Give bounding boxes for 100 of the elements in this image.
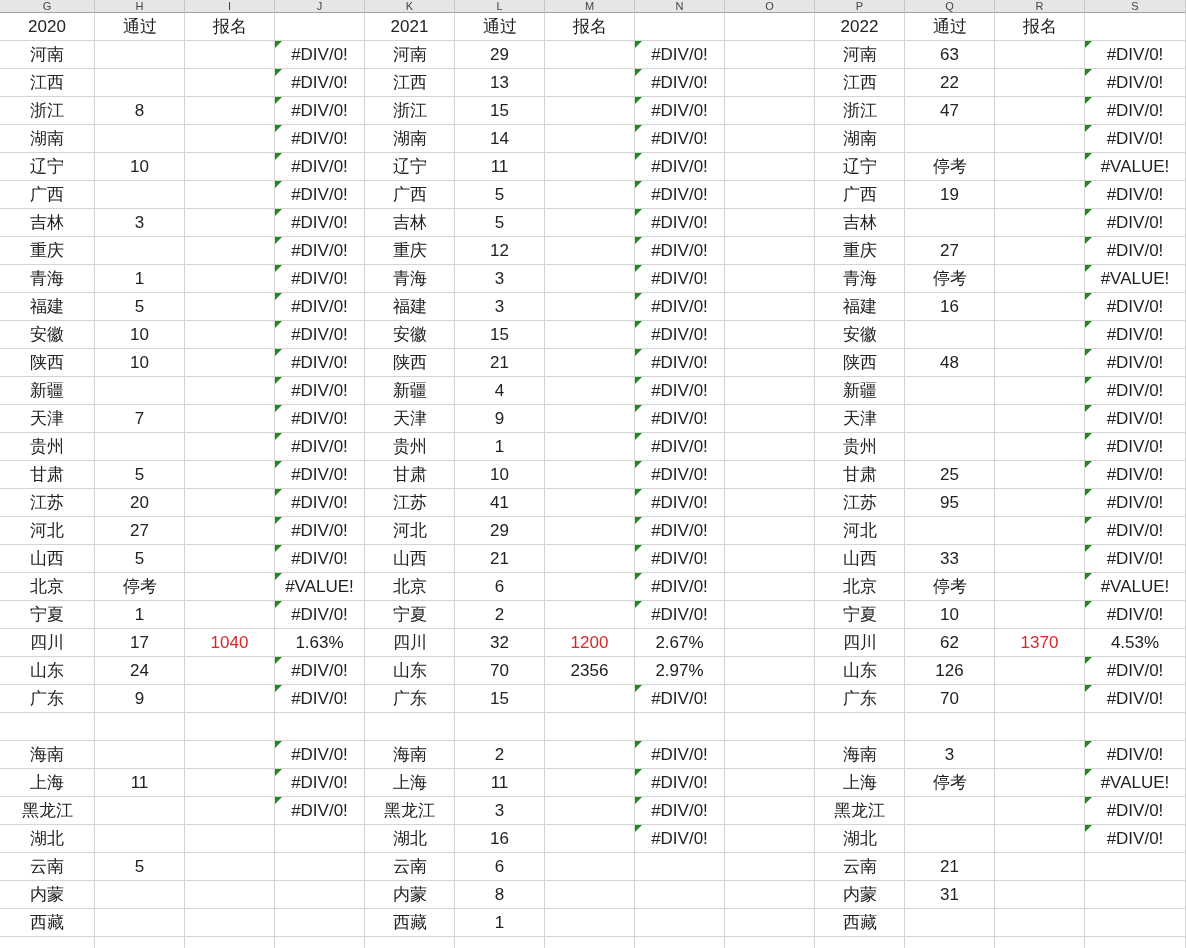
table-cell: #DIV/0! xyxy=(1106,464,1164,485)
table-cell: #DIV/0! xyxy=(651,436,708,457)
table-cell: 10 xyxy=(940,604,959,625)
table-cell-text: 上海 xyxy=(392,772,427,794)
table-cell-text: 黑龙江 xyxy=(21,800,73,822)
table-cell-text: 新疆 xyxy=(392,380,427,402)
column-letter[interactable]: K xyxy=(365,0,455,13)
table-cell: #DIV/0! xyxy=(651,240,708,261)
table-cell-text: 河南 xyxy=(30,44,64,66)
column-letter[interactable]: G xyxy=(0,0,95,13)
table-cell: 1.63% xyxy=(295,632,344,653)
table-cell-text: 海南 xyxy=(30,744,64,766)
column-header: 通过 xyxy=(122,16,157,38)
table-cell-text: 宁夏 xyxy=(30,604,64,626)
table-cell-text: 内蒙 xyxy=(30,884,64,906)
table-cell: #DIV/0! xyxy=(291,772,348,793)
table-cell: 11 xyxy=(490,156,509,177)
table-cell: #VALUE! xyxy=(1100,156,1170,177)
table-cell-text: 河北 xyxy=(30,520,64,542)
table-cell-text: 停考 xyxy=(122,576,157,598)
table-cell: 31 xyxy=(940,884,959,905)
table-cell: 21 xyxy=(490,548,509,569)
table-cell: 70 xyxy=(490,660,509,681)
table-cell-text: 江苏 xyxy=(392,492,427,514)
table-cell-text: 重庆 xyxy=(842,240,877,262)
table-cell: 19 xyxy=(940,184,959,205)
table-cell-text: 青海 xyxy=(842,268,877,290)
table-cell-text: 北京 xyxy=(392,576,427,598)
table-cell: #DIV/0! xyxy=(651,604,708,625)
column-letter[interactable]: L xyxy=(455,0,545,13)
table-cell: 7 xyxy=(134,408,145,429)
table-cell: #DIV/0! xyxy=(291,464,348,485)
table-cell: #DIV/0! xyxy=(651,828,708,849)
table-cell: #DIV/0! xyxy=(291,744,348,765)
table-cell: #DIV/0! xyxy=(651,352,708,373)
table-cell: #DIV/0! xyxy=(291,408,348,429)
table-cell-text: 辽宁 xyxy=(30,156,64,178)
column-letter[interactable]: I xyxy=(185,0,275,13)
year-cell: 2020 xyxy=(28,16,66,37)
table-cell: #DIV/0! xyxy=(651,128,708,149)
table-cell: 20 xyxy=(130,492,149,513)
table-cell: #DIV/0! xyxy=(651,464,708,485)
table-cell: #DIV/0! xyxy=(651,576,708,597)
table-cell-text: 新疆 xyxy=(30,380,64,402)
table-cell-text: 上海 xyxy=(30,772,64,794)
table-cell-text: 广东 xyxy=(392,688,427,710)
table-cell: 5 xyxy=(134,856,145,877)
table-cell: 3 xyxy=(494,268,505,289)
table-cell: 17 xyxy=(130,632,149,653)
table-cell-text: 贵州 xyxy=(30,436,64,458)
table-cell: #DIV/0! xyxy=(291,184,348,205)
table-cell: 11 xyxy=(490,772,509,793)
table-cell: #DIV/0! xyxy=(651,548,708,569)
table-cell: #DIV/0! xyxy=(291,492,348,513)
table-cell-text: 停考 xyxy=(932,156,967,178)
column-letter[interactable]: M xyxy=(545,0,635,13)
table-cell: #VALUE! xyxy=(1100,576,1170,597)
table-cell-text: 新疆 xyxy=(842,380,877,402)
table-cell: #VALUE! xyxy=(285,576,354,597)
column-letter[interactable]: P xyxy=(815,0,905,13)
table-cell-text: 上海 xyxy=(842,772,877,794)
column-letter[interactable]: S xyxy=(1085,0,1186,13)
table-cell: #DIV/0! xyxy=(1106,72,1164,93)
table-cell: #DIV/0! xyxy=(291,296,348,317)
table-cell-text: 甘肃 xyxy=(392,464,427,486)
year-cell: 2021 xyxy=(390,16,429,37)
table-cell: 41 xyxy=(490,492,509,513)
column-letter[interactable]: Q xyxy=(905,0,995,13)
table-cell-text: 福建 xyxy=(392,296,427,318)
table-cell: 62 xyxy=(940,632,959,653)
table-cell: #DIV/0! xyxy=(651,100,708,121)
table-cell: 12 xyxy=(490,240,509,261)
column-letter[interactable]: O xyxy=(725,0,815,13)
table-cell: #DIV/0! xyxy=(1106,128,1164,149)
table-cell-text: 西藏 xyxy=(392,912,427,934)
table-cell-text: 山西 xyxy=(30,548,64,570)
table-cell: 15 xyxy=(490,324,509,345)
table-cell: #DIV/0! xyxy=(651,156,708,177)
column-letter[interactable]: N xyxy=(635,0,725,13)
table-cell-text: 停考 xyxy=(932,576,967,598)
table-cell: 24 xyxy=(130,660,149,681)
table-cell-text: 辽宁 xyxy=(392,156,427,178)
table-cell: #DIV/0! xyxy=(291,660,348,681)
column-letter[interactable]: J xyxy=(275,0,365,13)
table-cell: #DIV/0! xyxy=(291,240,348,261)
table-cell-text: 湖南 xyxy=(842,128,877,150)
column-letter[interactable]: H xyxy=(95,0,185,13)
table-cell: #DIV/0! xyxy=(291,352,348,373)
column-header: 报名 xyxy=(212,16,247,38)
table-cell-text: 江西 xyxy=(842,72,877,94)
table-cell: 10 xyxy=(130,156,149,177)
table-cell-text: 天津 xyxy=(392,408,427,430)
column-letter[interactable]: R xyxy=(995,0,1085,13)
table-cell: 3 xyxy=(944,744,955,765)
table-cell-text: 重庆 xyxy=(392,240,427,262)
table-cell: 1 xyxy=(494,912,505,933)
table-cell-text: 湖北 xyxy=(30,828,64,850)
table-cell: #DIV/0! xyxy=(651,744,708,765)
table-cell: 3 xyxy=(134,212,145,233)
table-cell: #DIV/0! xyxy=(651,72,708,93)
